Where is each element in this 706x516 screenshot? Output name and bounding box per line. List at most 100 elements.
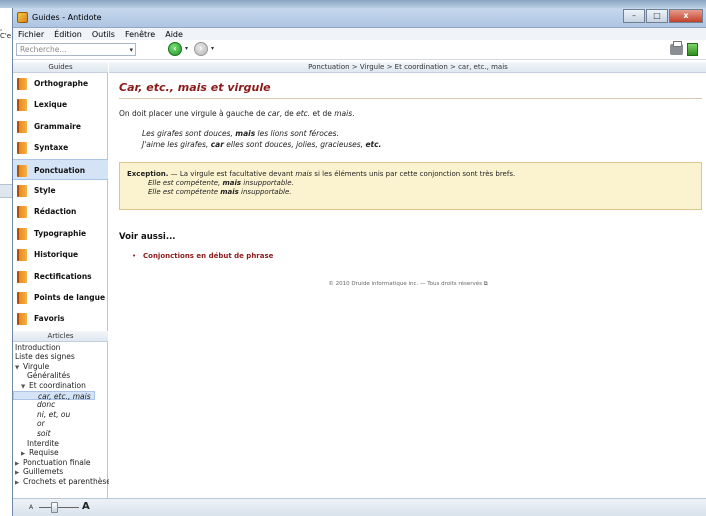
article-tree-item[interactable]: soit xyxy=(13,429,107,439)
forward-history-dropdown-icon[interactable]: ▾ xyxy=(211,45,214,52)
zoom-out-label[interactable]: A xyxy=(29,504,33,511)
antidote-app-icon xyxy=(17,12,28,23)
guide-item[interactable]: Grammaire xyxy=(13,116,108,137)
copyright-footer: © 2010 Druide informatique inc. — Tous d… xyxy=(328,281,488,287)
article-label: soit xyxy=(37,429,51,439)
exception-text: Exception. — La virgule est facultative … xyxy=(127,170,516,178)
see-also-title: Voir aussi... xyxy=(119,232,176,242)
guide-label: Syntaxe xyxy=(34,143,69,153)
minimize-button[interactable]: – xyxy=(623,9,645,23)
article-label: donc xyxy=(37,400,56,410)
book-icon xyxy=(17,227,27,240)
book-icon xyxy=(17,249,27,262)
guide-item[interactable]: Favoris xyxy=(13,308,108,329)
exception-example-2: Elle est compétente mais insupportable. xyxy=(148,188,292,196)
zoom-slider-track[interactable] xyxy=(39,507,79,508)
articles-header: Articles xyxy=(13,330,108,342)
article-tree-item[interactable]: ▼ Et coordination xyxy=(13,381,107,391)
book-icon xyxy=(17,164,27,177)
menu-fenetre[interactable]: Fenêtre xyxy=(120,30,160,39)
guide-label: Orthographe xyxy=(34,79,89,88)
title-bar[interactable]: Guides - Antidote – □ x xyxy=(13,8,706,28)
book-icon xyxy=(17,99,27,112)
guide-label: Ponctuation xyxy=(34,165,86,175)
menu-edition[interactable]: Édition xyxy=(49,30,87,39)
article-label: Liste des signes xyxy=(15,352,75,362)
book-icon xyxy=(17,206,27,219)
article-label: Et coordination xyxy=(29,381,86,391)
article-tree-item[interactable]: or xyxy=(13,419,107,429)
article-label: Généralités xyxy=(27,371,71,381)
expanded-arrow-icon[interactable]: ▼ xyxy=(21,383,29,393)
guide-item[interactable]: Rédaction xyxy=(13,201,108,222)
article-label: or xyxy=(37,419,45,429)
guide-label: Rectifications xyxy=(34,271,92,281)
guide-label: Lexique xyxy=(34,100,68,110)
expanded-arrow-icon[interactable]: ▼ xyxy=(15,364,23,374)
title-divider xyxy=(119,98,702,99)
collapsed-arrow-icon[interactable]: ▶ xyxy=(15,479,23,489)
zoom-slider-thumb[interactable] xyxy=(51,502,58,513)
article-tree-item[interactable]: ▶ Requise xyxy=(13,448,107,458)
guide-label: Typographie xyxy=(34,228,87,238)
forward-button[interactable]: › xyxy=(194,42,208,56)
menu-fichier[interactable]: Fichier xyxy=(13,30,49,39)
guide-item[interactable]: Typographie xyxy=(13,223,108,244)
article-tree-item[interactable]: Liste des signes xyxy=(13,352,107,362)
article-label: Interdite xyxy=(27,438,59,448)
book-icon xyxy=(17,142,27,155)
articles-tree: Introduction Liste des signes ▼ Virgule Géné… xyxy=(13,342,115,489)
guide-label: Style xyxy=(34,185,56,195)
guide-item[interactable]: Orthographe xyxy=(13,73,108,94)
maximize-button[interactable]: □ xyxy=(646,9,668,23)
back-button[interactable]: ‹ xyxy=(168,42,182,56)
article-tree-item[interactable]: Généralités xyxy=(13,371,107,381)
menu-outils[interactable]: Outils xyxy=(87,30,120,39)
bullet-icon: • xyxy=(132,252,137,260)
guide-item[interactable]: Points de langue xyxy=(13,287,108,308)
article-tree-item[interactable]: ▶ Ponctuation finale xyxy=(13,458,107,468)
window-controls: – □ x xyxy=(622,9,703,23)
book-icon xyxy=(17,120,27,133)
background-text: , C'e xyxy=(0,24,12,40)
external-link-icon[interactable]: ⧉ xyxy=(484,281,488,287)
guide-item[interactable]: Ponctuation xyxy=(13,158,108,180)
guide-item[interactable]: Style xyxy=(13,180,108,201)
close-button[interactable]: x xyxy=(669,9,703,23)
exception-box: Exception. — La virgule est facultative … xyxy=(119,162,702,210)
book-icon xyxy=(17,270,27,283)
book-icon xyxy=(17,78,27,90)
search-dropdown-icon[interactable]: ▾ xyxy=(129,46,133,54)
guide-label: Points de langue xyxy=(34,292,106,302)
article-tree-item[interactable]: donc xyxy=(13,400,107,410)
zoom-in-label[interactable]: A xyxy=(82,501,90,512)
antidote-window: Guides - Antidote – □ x Fichier Édition … xyxy=(12,8,706,516)
guide-label: Historique xyxy=(34,250,79,260)
book-icon xyxy=(17,291,27,304)
search-input[interactable] xyxy=(17,44,123,55)
article-tree-item[interactable]: Interdite xyxy=(13,439,107,449)
guide-item[interactable]: Historique xyxy=(13,244,108,265)
export-icon[interactable] xyxy=(687,43,698,56)
print-icon[interactable] xyxy=(670,41,683,55)
article-tree-item[interactable]: Introduction xyxy=(13,343,107,353)
toolbar: ▾ ‹ ▾ › ▾ xyxy=(13,40,706,60)
menu-aide[interactable]: Aide xyxy=(160,30,188,39)
article-label: Requise xyxy=(29,448,59,458)
guide-item[interactable]: Lexique xyxy=(13,94,108,115)
book-icon xyxy=(17,313,27,326)
breadcrumb: Ponctuation > Virgule > Et coordination … xyxy=(109,62,706,73)
guide-item[interactable]: Rectifications xyxy=(13,266,108,287)
exception-example-1: Elle est compétente, mais insupportable. xyxy=(148,179,294,187)
page-title: Car, etc., mais et virgule xyxy=(119,81,271,94)
article-label: Crochets et parenthèses xyxy=(23,477,115,486)
article-tree-item[interactable]: ▶ Crochets et parenthèses xyxy=(13,477,115,489)
see-also-link[interactable]: Conjonctions en début de phrase xyxy=(143,252,273,260)
article-tree-item[interactable]: ▼ Virgule xyxy=(13,362,107,372)
back-history-dropdown-icon[interactable]: ▾ xyxy=(185,45,188,52)
article-tree-item[interactable]: ni, et, ou xyxy=(13,410,107,420)
article-tree-item[interactable]: ▶ Guillemets xyxy=(13,467,107,477)
guide-item[interactable]: Syntaxe xyxy=(13,137,108,158)
status-bar: A A xyxy=(13,498,706,516)
intro-text: On doit placer une virgule à gauche de c… xyxy=(119,109,355,118)
